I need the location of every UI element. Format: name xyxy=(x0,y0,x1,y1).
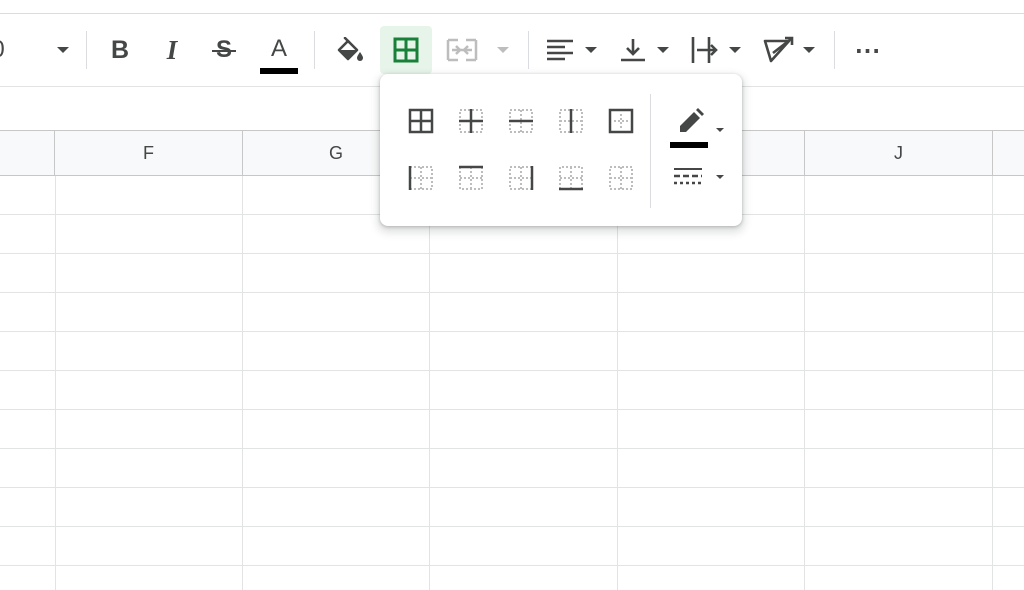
top-border-option[interactable] xyxy=(454,161,488,195)
column-header-f[interactable]: F xyxy=(55,131,243,175)
outer-borders-icon xyxy=(608,108,634,134)
horizontal-align-button[interactable] xyxy=(542,32,604,68)
toolbar-separator xyxy=(528,31,529,69)
pencil-icon xyxy=(670,108,724,148)
grid-column-line xyxy=(55,176,56,590)
right-border-icon xyxy=(509,166,534,190)
italic-icon: I xyxy=(166,34,178,65)
column-header-partial[interactable] xyxy=(993,131,1024,175)
borders-icon xyxy=(393,37,419,63)
merge-cells-dropdown[interactable] xyxy=(490,32,516,68)
toolbar-separator xyxy=(834,31,835,69)
text-color-button[interactable]: A xyxy=(258,30,300,74)
column-header-label: G xyxy=(328,142,343,163)
grid-row-line xyxy=(0,253,1024,254)
borders-menu-separator xyxy=(650,94,651,208)
strikethrough-button[interactable]: S xyxy=(204,32,244,68)
fill-color-button[interactable] xyxy=(330,32,370,68)
top-border-icon xyxy=(459,165,483,190)
grid-row-line xyxy=(0,487,1024,488)
grid-column-line xyxy=(992,176,993,590)
font-size-text: 0 xyxy=(0,36,5,64)
text-rotation-button[interactable] xyxy=(758,32,820,68)
inner-borders-icon xyxy=(459,109,483,133)
paint-bucket-icon xyxy=(337,37,363,61)
all-borders-option[interactable] xyxy=(404,104,438,138)
caret-down-icon xyxy=(57,47,69,53)
border-style-icon xyxy=(674,168,724,185)
column-header-j[interactable]: J xyxy=(805,131,993,175)
grid-row-line xyxy=(0,370,1024,371)
clear-borders-option[interactable] xyxy=(604,161,638,195)
text-color-icon: A xyxy=(259,34,299,74)
border-color-button[interactable] xyxy=(666,106,730,150)
inner-borders-option[interactable] xyxy=(454,104,488,138)
text-color-bar xyxy=(260,68,298,74)
font-size-value[interactable]: 0 xyxy=(0,32,10,68)
grid-row-line xyxy=(0,331,1024,332)
toolbar-separator xyxy=(314,31,315,69)
text-wrap-overflow-icon xyxy=(691,37,741,63)
strikethrough-icon: S xyxy=(211,36,237,63)
right-border-option[interactable] xyxy=(504,161,538,195)
merge-cells-icon xyxy=(446,38,478,62)
column-header-partial[interactable] xyxy=(0,131,55,175)
horizontal-borders-option[interactable] xyxy=(504,104,538,138)
cell-grid[interactable] xyxy=(0,176,1024,590)
italic-button[interactable]: I xyxy=(152,32,192,68)
grid-column-line xyxy=(429,176,430,590)
grid-row-line xyxy=(0,409,1024,410)
bottom-border-icon xyxy=(559,166,583,191)
toolbar-separator xyxy=(86,31,87,69)
grid-row-line xyxy=(0,292,1024,293)
borders-button[interactable] xyxy=(380,26,432,74)
grid-column-line xyxy=(804,176,805,590)
align-bottom-icon xyxy=(621,39,669,62)
column-header-label: J xyxy=(894,142,903,163)
grid-row-line xyxy=(0,448,1024,449)
horizontal-borders-icon xyxy=(509,109,533,133)
border-style-button[interactable] xyxy=(666,162,730,192)
grid-row-line xyxy=(0,565,1024,566)
left-border-option[interactable] xyxy=(404,161,438,195)
outer-borders-option[interactable] xyxy=(604,104,638,138)
font-size-dropdown-button[interactable] xyxy=(50,32,76,68)
borders-menu xyxy=(380,74,742,226)
text-rotation-icon xyxy=(763,36,815,63)
column-header-label: F xyxy=(143,142,154,163)
left-border-icon xyxy=(408,166,433,190)
caret-down-icon xyxy=(497,47,509,53)
more-horizontal-icon: ⋯ xyxy=(854,34,882,65)
text-color-glyph: A xyxy=(270,35,287,62)
vertical-borders-option[interactable] xyxy=(554,104,588,138)
vertical-borders-icon xyxy=(559,109,583,133)
spreadsheet-app: 0 B I S A xyxy=(0,0,1024,590)
text-wrapping-button[interactable] xyxy=(686,32,748,68)
vertical-align-button[interactable] xyxy=(614,32,674,68)
clear-borders-icon xyxy=(609,166,633,190)
grid-column-line xyxy=(617,176,618,590)
bold-button[interactable]: B xyxy=(100,32,140,68)
bottom-border-option[interactable] xyxy=(554,161,588,195)
merge-cells-button[interactable] xyxy=(442,32,482,68)
align-left-icon xyxy=(547,39,597,61)
all-borders-icon xyxy=(408,108,434,134)
grid-row-line xyxy=(0,526,1024,527)
more-options-button[interactable]: ⋯ xyxy=(850,32,886,68)
bold-icon: B xyxy=(110,35,130,64)
grid-column-line xyxy=(242,176,243,590)
